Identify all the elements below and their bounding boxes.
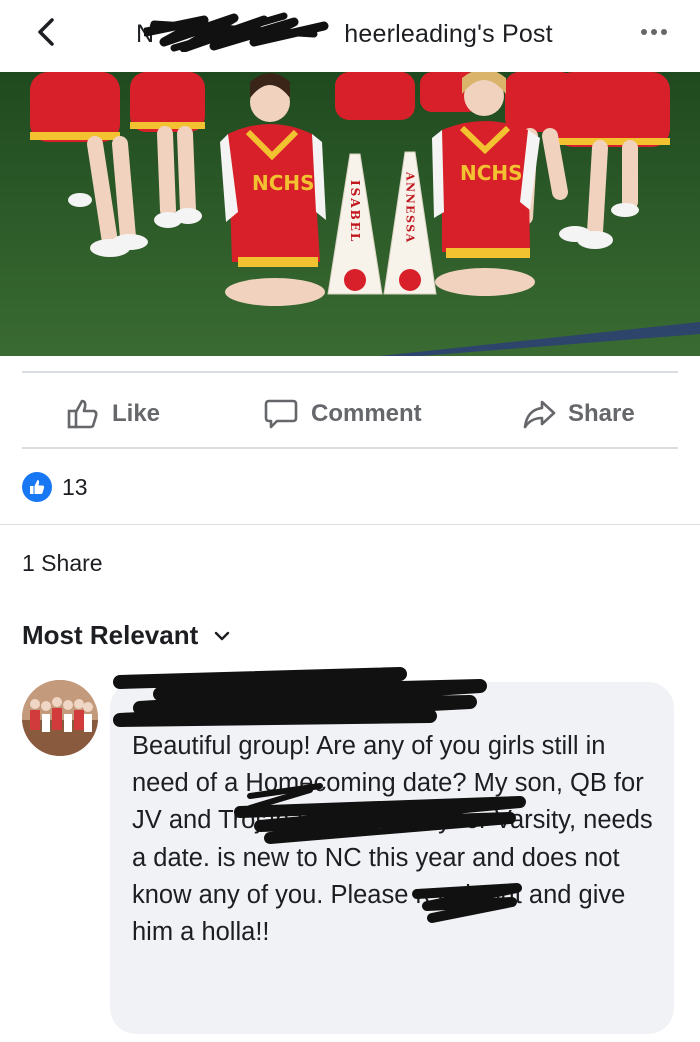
like-reaction-icon [22, 472, 52, 502]
post-header: N heerleading's Post [0, 0, 700, 70]
redacted-name-scribble [113, 667, 487, 727]
share-label: Share [568, 400, 635, 427]
divider [22, 371, 678, 373]
share-arrow-icon [523, 400, 556, 429]
comment-label: Comment [311, 400, 422, 427]
like-label: Like [112, 400, 161, 427]
post-actions-bar: Like Comment Share [0, 378, 700, 448]
share-button[interactable]: Share [522, 394, 635, 434]
jersey-text: NCHS [252, 171, 315, 195]
thumbs-up-icon [67, 399, 98, 429]
title-suffix: heerleading's Post [344, 20, 553, 48]
share-count[interactable]: 1 Share [22, 550, 103, 577]
reactions-summary[interactable]: 13 [22, 472, 88, 502]
more-horizontal-icon [641, 29, 647, 35]
comment-button[interactable]: Comment [263, 394, 422, 434]
redacted-scribble [144, 12, 344, 52]
divider [22, 447, 678, 449]
avatar[interactable] [22, 680, 98, 756]
redacted-word-scribble [412, 883, 522, 923]
more-options-button[interactable] [634, 18, 674, 46]
redacted-son-name-scribble [234, 783, 526, 844]
cheer-team-photo: NCHS NCHS ISABEL ANNESSA [0, 72, 700, 356]
like-button[interactable]: Like [66, 394, 160, 434]
chevron-left-icon [38, 18, 54, 46]
back-button[interactable] [28, 14, 64, 50]
page-title: N heerleading's Post [136, 12, 553, 52]
megaphone-name-right: ANNESSA [404, 171, 417, 244]
reaction-count: 13 [62, 473, 88, 500]
divider [0, 524, 700, 525]
sort-label: Most Relevant [22, 620, 199, 650]
jersey-text-2: NCHS [460, 161, 523, 185]
chevron-down-icon [215, 631, 230, 640]
megaphone-name-left: ISABEL [348, 180, 362, 243]
post-photo[interactable]: NCHS NCHS ISABEL ANNESSA [0, 72, 700, 356]
comment-icon [264, 399, 298, 429]
comment-sort-dropdown[interactable]: Most Relevant [22, 620, 230, 651]
